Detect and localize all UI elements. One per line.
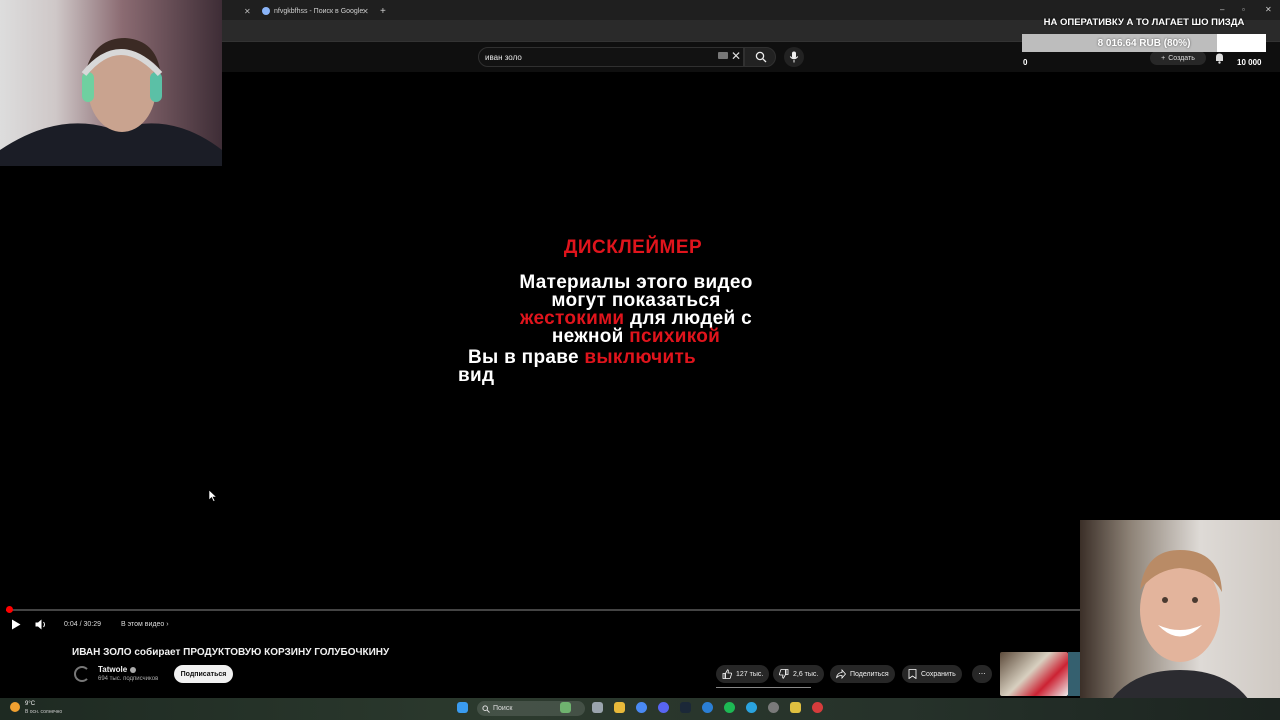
microphone-icon (789, 51, 799, 63)
disclaimer-text: Материалы этого видео могут показаться ж… (456, 273, 816, 347)
more-icon: ⋯ (978, 671, 986, 678)
donation-goal-progress-text: 8 016.64 RUB (80%) (1097, 37, 1191, 49)
windows-start-icon[interactable] (457, 702, 468, 713)
spotify-icon[interactable] (724, 702, 735, 713)
like-button[interactable]: 127 тыс. (716, 665, 770, 683)
maximize-icon[interactable]: ▫ (1242, 5, 1245, 14)
obs-icon[interactable] (768, 702, 779, 713)
mouse-cursor-icon (209, 490, 217, 502)
disclaimer-line-5: Вы в праве выключить (458, 347, 818, 368)
streamer-figure (0, 38, 222, 166)
recommended-video-thumbnail[interactable] (1000, 652, 1068, 696)
save-button[interactable]: Сохранить (902, 665, 962, 683)
video-scrubber-handle[interactable] (6, 606, 13, 613)
weather-description: В осн. солнечно (25, 709, 63, 715)
share-button[interactable]: Поделиться (830, 665, 895, 683)
thumbs-down-icon (779, 669, 789, 679)
video-progress-bar[interactable] (6, 609, 1080, 611)
steam-icon[interactable] (680, 702, 691, 713)
close-window-icon[interactable]: ✕ (1265, 5, 1272, 14)
disclaimer-line-4: нежной психикой (456, 326, 816, 347)
subscribe-button[interactable]: Подписаться (174, 665, 233, 683)
play-icon[interactable] (11, 619, 21, 630)
bookmark-icon (908, 669, 917, 679)
search-icon (755, 51, 767, 63)
subscriber-count: 694 тыс. подписчиков (98, 676, 159, 682)
taskbar-search-placeholder: Поиск (493, 705, 513, 712)
clear-search-icon[interactable]: ✕ (731, 49, 741, 63)
channel-avatar[interactable] (74, 666, 90, 682)
donation-goal-bar: 8 016.64 RUB (80%) (1022, 34, 1266, 52)
tab-google-search[interactable]: nfvgkbfhss - Поиск в Google (262, 2, 372, 20)
video-time: 0:04 / 30:29 (64, 621, 101, 628)
app-red-icon[interactable] (812, 702, 823, 713)
minimize-icon[interactable]: – (1220, 5, 1224, 14)
share-icon (836, 669, 846, 679)
more-actions-button[interactable]: ⋯ (972, 665, 992, 683)
keyboard-icon[interactable] (718, 52, 728, 59)
chapters-button[interactable]: В этом видео › (121, 621, 169, 628)
thumbs-up-icon (722, 669, 732, 679)
streamer-webcam (0, 0, 222, 166)
like-count: 127 тыс. (736, 670, 764, 678)
guest-webcam (1080, 520, 1280, 720)
save-label: Сохранить (921, 670, 956, 678)
weather-sun-icon[interactable] (10, 702, 20, 712)
volume-icon[interactable] (35, 619, 47, 630)
disclaimer-highlight-turn-off: выключить (584, 347, 697, 368)
discord-icon[interactable] (658, 702, 669, 713)
channel-name[interactable]: Tatwole (98, 665, 137, 674)
new-tab-button[interactable]: + (380, 2, 386, 20)
chrome-icon[interactable] (636, 702, 647, 713)
dislike-button[interactable]: 2,6 тыс. (773, 665, 825, 683)
task-view-icon[interactable] (592, 702, 603, 713)
channel-name-text: Tatwole (98, 665, 128, 674)
notifications-bell-icon[interactable] (1214, 52, 1225, 64)
video-title: ИВАН ЗОЛО собирает ПРОДУКТОВУЮ КОРЗИНУ Г… (72, 647, 390, 658)
voice-search-button[interactable] (784, 47, 804, 67)
recommended-video-thumbnail-2[interactable] (1068, 652, 1080, 696)
create-label: Создать (1168, 54, 1195, 62)
like-ratio-bar (716, 687, 811, 688)
disclaimer-text-2: Вы в праве выключить вид (458, 347, 818, 386)
guest-figure (1100, 550, 1260, 720)
search-input-value: иван золо (485, 53, 522, 62)
donation-goal-title: НА ОПЕРАТИВКУ А ТО ЛАГАЕТ ШО ПИЗДА (1043, 17, 1245, 28)
google-favicon-icon (262, 7, 270, 15)
search-button[interactable] (744, 47, 776, 67)
taskbar-search-icon (482, 704, 490, 713)
file-explorer-icon[interactable] (614, 702, 625, 713)
create-button[interactable]: + Создать (1150, 51, 1206, 65)
donation-goal-min: 0 (1023, 58, 1028, 67)
telegram-icon[interactable] (746, 702, 757, 713)
app-icon[interactable] (790, 702, 801, 713)
dislike-count: 2,6 тыс. (793, 670, 819, 678)
disclaimer-line-6: вид (458, 365, 495, 386)
verified-icon (130, 666, 137, 673)
disclaimer-line-4-text: нежной (551, 326, 630, 347)
disclaimer-highlight-psyche: психикой (629, 326, 721, 347)
tab-label: nfvgkbfhss - Поиск в Google (274, 7, 364, 15)
weather-temperature: 9°C (25, 701, 36, 707)
widgets-icon[interactable] (560, 702, 571, 713)
edge-icon[interactable] (702, 702, 713, 713)
donation-goal-max: 10 000 (1237, 58, 1262, 67)
disclaimer-title: ДИСКЛЕЙМЕР (563, 237, 703, 258)
plus-icon: + (1161, 54, 1166, 62)
share-label: Поделиться (850, 670, 889, 678)
